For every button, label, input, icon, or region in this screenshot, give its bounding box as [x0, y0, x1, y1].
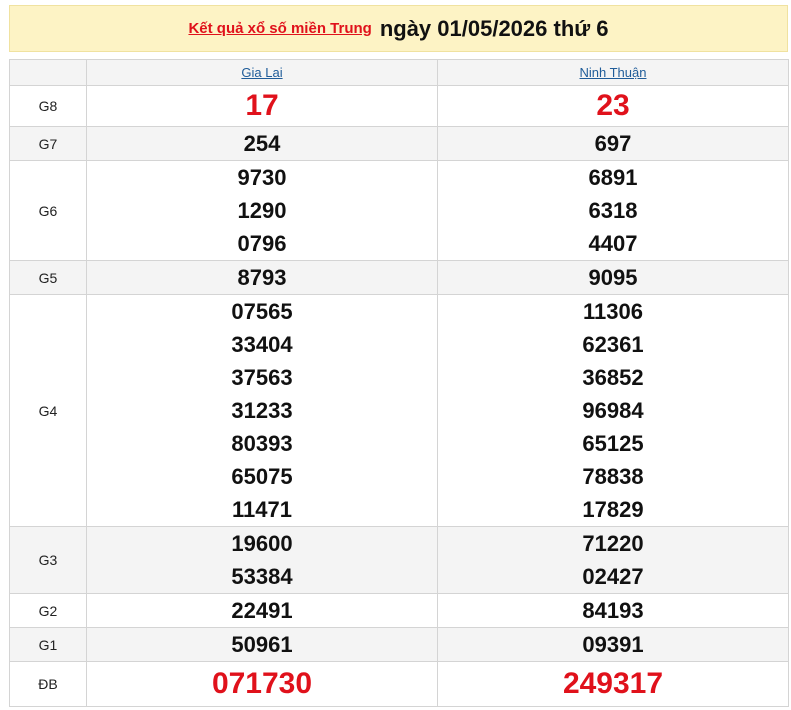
prize-number: 84193 [582, 598, 644, 623]
results-page: Kết quả xổ số miền Trung ngày 01/05/2026… [0, 0, 791, 710]
province-link-ninh-thuan[interactable]: Ninh Thuận [580, 65, 647, 80]
prize-cell-a: 9730 1290 0796 [86, 160, 438, 261]
prize-row-special: ĐB 071730 249317 [9, 661, 789, 707]
prize-row-g4: G4 07565 33404 37563 31233 80393 65075 1… [9, 294, 789, 527]
prize-row-g7: G7 254 697 [9, 126, 789, 161]
prize-label: G1 [9, 627, 87, 662]
prize-cell-a: 22491 [86, 593, 438, 628]
prize-number: 80393 [231, 431, 293, 456]
prize-number: 6318 [588, 198, 638, 223]
prize-label: G3 [9, 526, 87, 594]
prize-label: G4 [9, 294, 87, 527]
province-header-b: Ninh Thuận [437, 59, 789, 86]
prize-number: 65075 [231, 464, 293, 489]
prize-label: G6 [9, 160, 87, 261]
results-table: Gia Lai Ninh Thuận G8 17 23 G7 254 697 G… [9, 59, 789, 707]
prize-number: 17 [245, 89, 279, 122]
prize-number: 254 [243, 131, 281, 156]
prize-number: 09391 [582, 632, 644, 657]
prize-number: 78838 [582, 464, 644, 489]
prize-number: 71220 [582, 531, 644, 556]
region-results-link[interactable]: Kết quả xổ số miền Trung [188, 20, 371, 37]
results-date: ngày 01/05/2026 thứ 6 [379, 15, 609, 41]
prize-number: 96984 [582, 398, 644, 423]
prize-number: 50961 [231, 632, 293, 657]
prize-row-g2: G2 22491 84193 [9, 593, 789, 628]
prize-cell-b: 23 [437, 85, 789, 127]
prize-row-g6: G6 9730 1290 0796 6891 6318 4407 [9, 160, 789, 261]
special-prize-number: 071730 [211, 667, 313, 700]
prize-label: ĐB [9, 661, 87, 707]
prize-row-g3: G3 19600 53384 71220 02427 [9, 526, 789, 594]
prize-cell-b: 9095 [437, 260, 789, 295]
prize-cell-a: 254 [86, 126, 438, 161]
prize-number: 62361 [582, 332, 644, 357]
prize-cell-a: 071730 [86, 661, 438, 707]
prize-number: 36852 [582, 365, 644, 390]
prize-number: 1290 [237, 198, 287, 223]
prize-row-g8: G8 17 23 [9, 85, 789, 127]
prize-cell-b: 71220 02427 [437, 526, 789, 594]
prize-cell-a: 50961 [86, 627, 438, 662]
prize-cell-a: 8793 [86, 260, 438, 295]
prize-cell-b: 249317 [437, 661, 789, 707]
prize-number: 0796 [237, 231, 287, 256]
prize-number: 8793 [237, 265, 287, 290]
prize-number: 17829 [582, 497, 644, 522]
prize-number: 07565 [231, 299, 293, 324]
prize-number: 31233 [231, 398, 293, 423]
prize-cell-b: 6891 6318 4407 [437, 160, 789, 261]
prize-number: 9730 [237, 165, 287, 190]
prize-number: 33404 [231, 332, 293, 357]
prize-cell-a: 19600 53384 [86, 526, 438, 594]
prize-number: 22491 [231, 598, 293, 623]
prize-number: 02427 [582, 564, 644, 589]
results-header: Kết quả xổ số miền Trung ngày 01/05/2026… [9, 5, 788, 52]
prize-number: 37563 [231, 365, 293, 390]
prize-label: G5 [9, 260, 87, 295]
prize-label: G2 [9, 593, 87, 628]
prize-cell-b: 84193 [437, 593, 789, 628]
corner-cell [9, 59, 87, 86]
prize-cell-b: 11306 62361 36852 96984 65125 78838 1782… [437, 294, 789, 527]
prize-number: 65125 [582, 431, 644, 456]
prize-number: 9095 [588, 265, 638, 290]
prize-number: 4407 [588, 231, 638, 256]
prize-label: G8 [9, 85, 87, 127]
special-prize-number: 249317 [562, 667, 664, 700]
prize-cell-b: 697 [437, 126, 789, 161]
prize-number: 23 [596, 89, 630, 122]
prize-number: 11471 [232, 497, 292, 522]
prize-number: 19600 [231, 531, 293, 556]
prize-label: G7 [9, 126, 87, 161]
province-link-gia-lai[interactable]: Gia Lai [241, 65, 282, 80]
province-header-a: Gia Lai [86, 59, 438, 86]
prize-number: 6891 [588, 165, 638, 190]
table-header-row: Gia Lai Ninh Thuận [9, 59, 789, 86]
prize-row-g5: G5 8793 9095 [9, 260, 789, 295]
prize-cell-b: 09391 [437, 627, 789, 662]
prize-number: 697 [594, 131, 632, 156]
prize-number: 53384 [231, 564, 293, 589]
prize-number: 11306 [583, 299, 643, 324]
prize-cell-a: 07565 33404 37563 31233 80393 65075 1147… [86, 294, 438, 527]
prize-row-g1: G1 50961 09391 [9, 627, 789, 662]
prize-cell-a: 17 [86, 85, 438, 127]
